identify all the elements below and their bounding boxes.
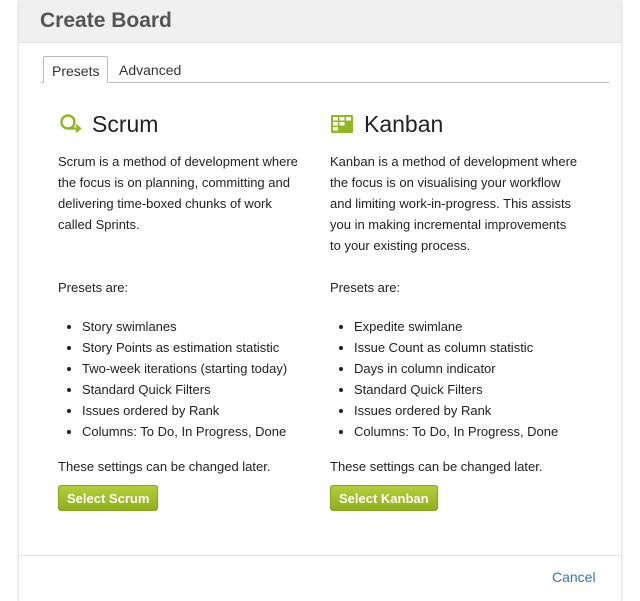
scrum-heading: Scrum xyxy=(58,108,308,140)
scrum-title: Scrum xyxy=(92,110,159,137)
kanban-heading: Kanban xyxy=(330,108,580,140)
kanban-column: Kanban Kanban is a method of development… xyxy=(330,108,580,511)
list-item: Standard Quick Filters xyxy=(339,379,594,400)
list-item: Columns: To Do, In Progress, Done xyxy=(339,421,594,442)
list-item: Story Points as estimation statistic xyxy=(67,337,322,358)
cancel-link[interactable]: Cancel xyxy=(552,569,596,585)
scrum-column: Scrum Scrum is a method of development w… xyxy=(58,108,308,511)
create-board-dialog: Create Board Presets Advanced Scrum Scru… xyxy=(19,0,621,601)
kanban-description: Kanban is a method of development where … xyxy=(330,154,578,253)
list-item: Days in column indicator xyxy=(339,358,594,379)
scrum-cycle-icon xyxy=(58,112,82,136)
scrum-note: These settings can be changed later. xyxy=(58,459,271,474)
tab-presets[interactable]: Presets xyxy=(43,56,109,83)
dialog-title: Create Board xyxy=(40,9,172,32)
scrum-description: Scrum is a method of development where t… xyxy=(58,154,298,232)
kanban-presets-label: Presets are: xyxy=(330,280,401,295)
footer-divider xyxy=(19,555,621,556)
list-item: Issues ordered by Rank xyxy=(339,400,594,421)
list-item: Expedite swimlane xyxy=(339,316,594,337)
tab-advanced[interactable]: Advanced xyxy=(111,56,189,82)
list-item: Columns: To Do, In Progress, Done xyxy=(67,421,322,442)
select-kanban-button[interactable]: Select Kanban xyxy=(330,485,438,511)
kanban-title: Kanban xyxy=(364,110,444,137)
scrum-presets-list: Story swimlanes Story Points as estimati… xyxy=(58,316,322,442)
list-item: Issue Count as column statistic xyxy=(339,337,594,358)
list-item: Story swimlanes xyxy=(67,316,322,337)
list-item: Two-week iterations (starting today) xyxy=(67,358,322,379)
tab-bar: Presets Advanced xyxy=(41,56,609,83)
select-scrum-button[interactable]: Select Scrum xyxy=(58,485,159,511)
kanban-board-icon xyxy=(330,112,354,136)
scrum-presets-label: Presets are: xyxy=(58,280,129,295)
dialog-header: Create Board xyxy=(19,0,621,43)
kanban-presets-list: Expedite swimlane Issue Count as column … xyxy=(330,316,594,442)
list-item: Standard Quick Filters xyxy=(67,379,322,400)
kanban-note: These settings can be changed later. xyxy=(330,459,543,474)
list-item: Issues ordered by Rank xyxy=(67,400,322,421)
